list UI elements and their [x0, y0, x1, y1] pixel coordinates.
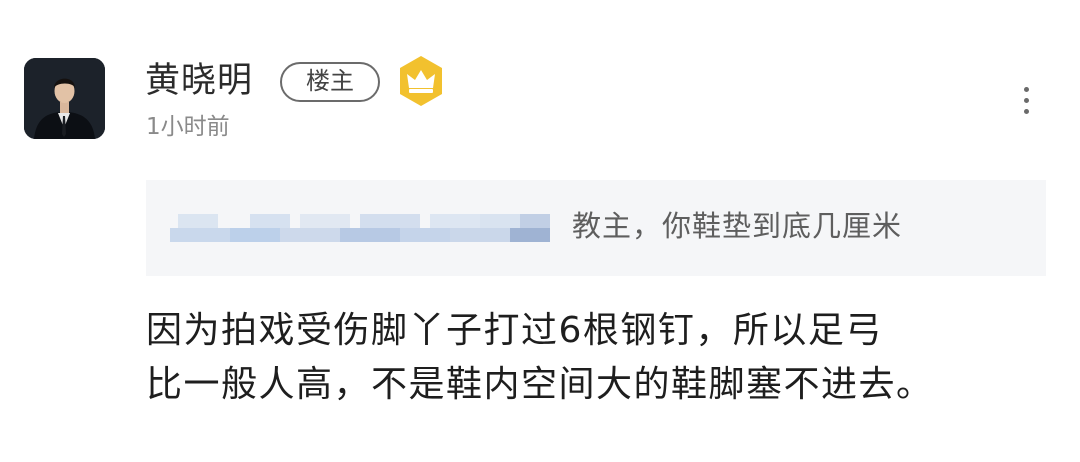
quoted-comment[interactable]: 教主，你鞋垫到底几厘米 [146, 180, 1046, 276]
reply-line: 因为拍戏受伤脚丫子打过6根钢钉，所以足弓 [146, 310, 883, 351]
author-name[interactable]: 黄晓明 [145, 60, 253, 102]
avatar[interactable] [24, 58, 105, 139]
reply-text: 因为拍戏受伤脚丫子打过6根钢钉，所以足弓 比一般人高，不是鞋内空间大的鞋脚塞不进… [146, 304, 1036, 412]
reply-line: 比一般人高，不是鞋内空间大的鞋脚塞不进去。 [146, 364, 934, 405]
crown-badge-icon [397, 54, 445, 108]
quoted-comment-text: 教主，你鞋垫到底几厘米 [572, 209, 903, 243]
comment-time: 1小时前 [146, 114, 230, 140]
op-badge: 楼主 [280, 62, 380, 102]
more-vertical-icon[interactable] [1012, 80, 1040, 120]
comment-card: 黄晓明 楼主 1小时前 教主，你鞋垫到底几厘米 因为拍戏受伤脚丫子打过6根钢钉，… [0, 0, 1080, 462]
avatar-photo [24, 58, 105, 139]
blurred-username [170, 204, 570, 248]
